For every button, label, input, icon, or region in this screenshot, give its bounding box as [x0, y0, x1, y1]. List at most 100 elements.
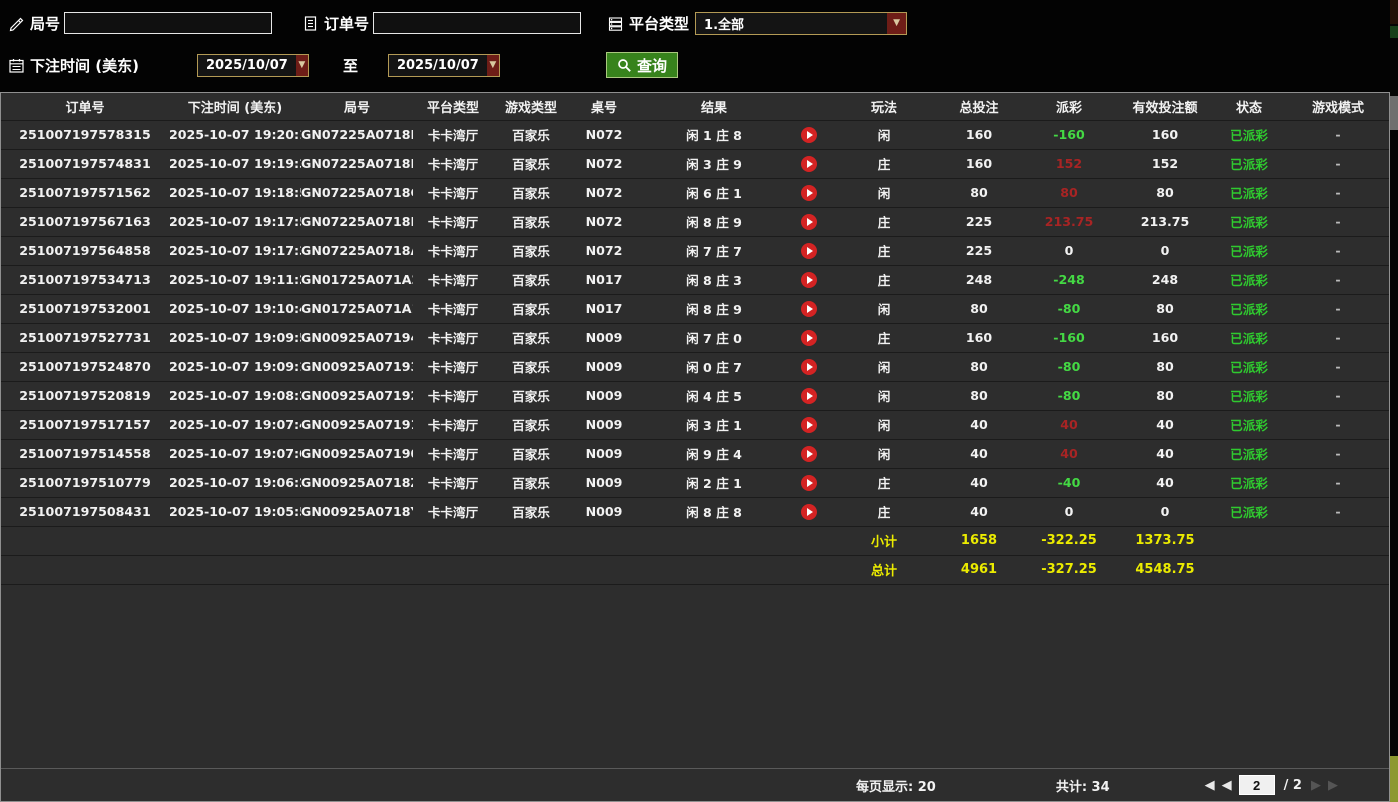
cell-table-no: N017: [569, 265, 639, 294]
cell-play: 闲: [829, 178, 939, 207]
cell-valid-bet: 80: [1119, 381, 1211, 410]
cell-total-bet: 80: [939, 381, 1019, 410]
cell-table-no: N072: [569, 207, 639, 236]
cell-bet-time: 2025-10-07 19:20:15: [169, 120, 301, 149]
cell-platform: 卡卡湾厅: [413, 352, 493, 381]
play-video-icon[interactable]: [801, 359, 817, 375]
cell-video: [789, 207, 829, 236]
cell-order-id: 251007197534713: [1, 265, 169, 294]
round-id-input[interactable]: [64, 12, 272, 34]
cell-status: 已派彩: [1211, 207, 1287, 236]
cell-valid-bet: 80: [1119, 294, 1211, 323]
cell-payout: -80: [1019, 294, 1119, 323]
cell-result: 闲 1 庄 8: [639, 120, 789, 149]
cell-result: 闲 2 庄 1: [639, 468, 789, 497]
cell-total-bet: 225: [939, 236, 1019, 265]
header-order-id: 订单号: [1, 93, 169, 120]
chevron-down-icon: ▼: [487, 55, 499, 76]
page-number-input[interactable]: [1239, 775, 1275, 795]
order-id-input[interactable]: [373, 12, 581, 34]
cell-result: 闲 8 庄 8: [639, 497, 789, 526]
play-video-icon[interactable]: [801, 214, 817, 230]
cell-payout: 213.75: [1019, 207, 1119, 236]
page-total-label: / 2: [1284, 778, 1302, 793]
header-round-id: 局号: [301, 93, 413, 120]
cell-round-id: GN07225A0718D: [301, 149, 413, 178]
cell-total-bet: 40: [939, 468, 1019, 497]
scrollbar[interactable]: [1390, 96, 1398, 130]
play-video-icon[interactable]: [801, 504, 817, 520]
round-id-label-group: 局号: [8, 13, 60, 34]
cell-video: [789, 410, 829, 439]
platform-type-select[interactable]: 1.全部 ▼: [695, 12, 907, 35]
next-page-icon[interactable]: ▶: [1311, 778, 1321, 793]
cell-platform: 卡卡湾厅: [413, 265, 493, 294]
cell-valid-bet: 40: [1119, 410, 1211, 439]
play-video-icon[interactable]: [801, 388, 817, 404]
play-video-icon[interactable]: [801, 185, 817, 201]
total-payout: -327.25: [1019, 555, 1119, 584]
cell-play: 庄: [829, 497, 939, 526]
total-label: 总计: [829, 555, 939, 584]
cell-play: 闲: [829, 294, 939, 323]
cell-valid-bet: 160: [1119, 323, 1211, 352]
cell-game-type: 百家乐: [493, 294, 569, 323]
cell-game-type: 百家乐: [493, 236, 569, 265]
cell-platform: 卡卡湾厅: [413, 178, 493, 207]
table-row: 251007197527731 2025-10-07 19:09:51 GN00…: [1, 323, 1389, 352]
order-id-label: 订单号: [324, 13, 369, 34]
play-video-icon[interactable]: [801, 301, 817, 317]
cell-play: 闲: [829, 439, 939, 468]
cell-game-type: 百家乐: [493, 439, 569, 468]
cell-total-bet: 80: [939, 294, 1019, 323]
date-to-select[interactable]: 2025/10/07 ▼: [388, 54, 500, 77]
play-video-icon[interactable]: [801, 243, 817, 259]
play-video-icon[interactable]: [801, 446, 817, 462]
play-video-icon[interactable]: [801, 475, 817, 491]
cell-game-type: 百家乐: [493, 323, 569, 352]
date-from-select[interactable]: 2025/10/07 ▼: [197, 54, 309, 77]
cell-round-id: GN00925A07191: [301, 410, 413, 439]
cell-platform: 卡卡湾厅: [413, 439, 493, 468]
list-icon: [607, 15, 624, 32]
cell-total-bet: 160: [939, 323, 1019, 352]
date-from-value: 2025/10/07: [198, 58, 296, 73]
empty-area: [1, 585, 1389, 769]
cell-game-mode: -: [1287, 294, 1389, 323]
cell-platform: 卡卡湾厅: [413, 120, 493, 149]
first-page-icon[interactable]: ◀: [1205, 778, 1215, 793]
header-table-no: 桌号: [569, 93, 639, 120]
cell-platform: 卡卡湾厅: [413, 207, 493, 236]
cell-bet-time: 2025-10-07 19:17:59: [169, 207, 301, 236]
cell-play: 庄: [829, 468, 939, 497]
play-video-icon[interactable]: [801, 127, 817, 143]
play-video-icon[interactable]: [801, 156, 817, 172]
cell-valid-bet: 40: [1119, 468, 1211, 497]
prev-page-icon[interactable]: ◀: [1222, 778, 1232, 793]
table-row: 251007197520819 2025-10-07 19:08:26 GN00…: [1, 381, 1389, 410]
header-platform: 平台类型: [413, 93, 493, 120]
play-video-icon[interactable]: [801, 417, 817, 433]
cell-result: 闲 4 庄 5: [639, 381, 789, 410]
cell-game-mode: -: [1287, 439, 1389, 468]
cell-play: 庄: [829, 236, 939, 265]
cell-payout: 0: [1019, 497, 1119, 526]
query-button[interactable]: 查询: [606, 52, 678, 78]
table-row: 251007197534713 2025-10-07 19:11:20 GN01…: [1, 265, 1389, 294]
play-video-icon[interactable]: [801, 272, 817, 288]
cell-status: 已派彩: [1211, 323, 1287, 352]
last-page-icon[interactable]: ▶: [1328, 778, 1338, 793]
table-row: 251007197578315 2025-10-07 19:20:15 GN07…: [1, 120, 1389, 149]
query-button-label: 查询: [637, 55, 667, 76]
play-video-icon[interactable]: [801, 330, 817, 346]
cell-game-mode: -: [1287, 323, 1389, 352]
cell-video: [789, 120, 829, 149]
cell-table-no: N009: [569, 497, 639, 526]
table-row: 251007197510779 2025-10-07 19:06:24 GN00…: [1, 468, 1389, 497]
cell-round-id: GN00925A07190: [301, 439, 413, 468]
cell-payout: -40: [1019, 468, 1119, 497]
table-row: 251007197567163 2025-10-07 19:17:59 GN07…: [1, 207, 1389, 236]
subtotal-label: 小计: [829, 526, 939, 555]
cell-platform: 卡卡湾厅: [413, 410, 493, 439]
cell-platform: 卡卡湾厅: [413, 468, 493, 497]
